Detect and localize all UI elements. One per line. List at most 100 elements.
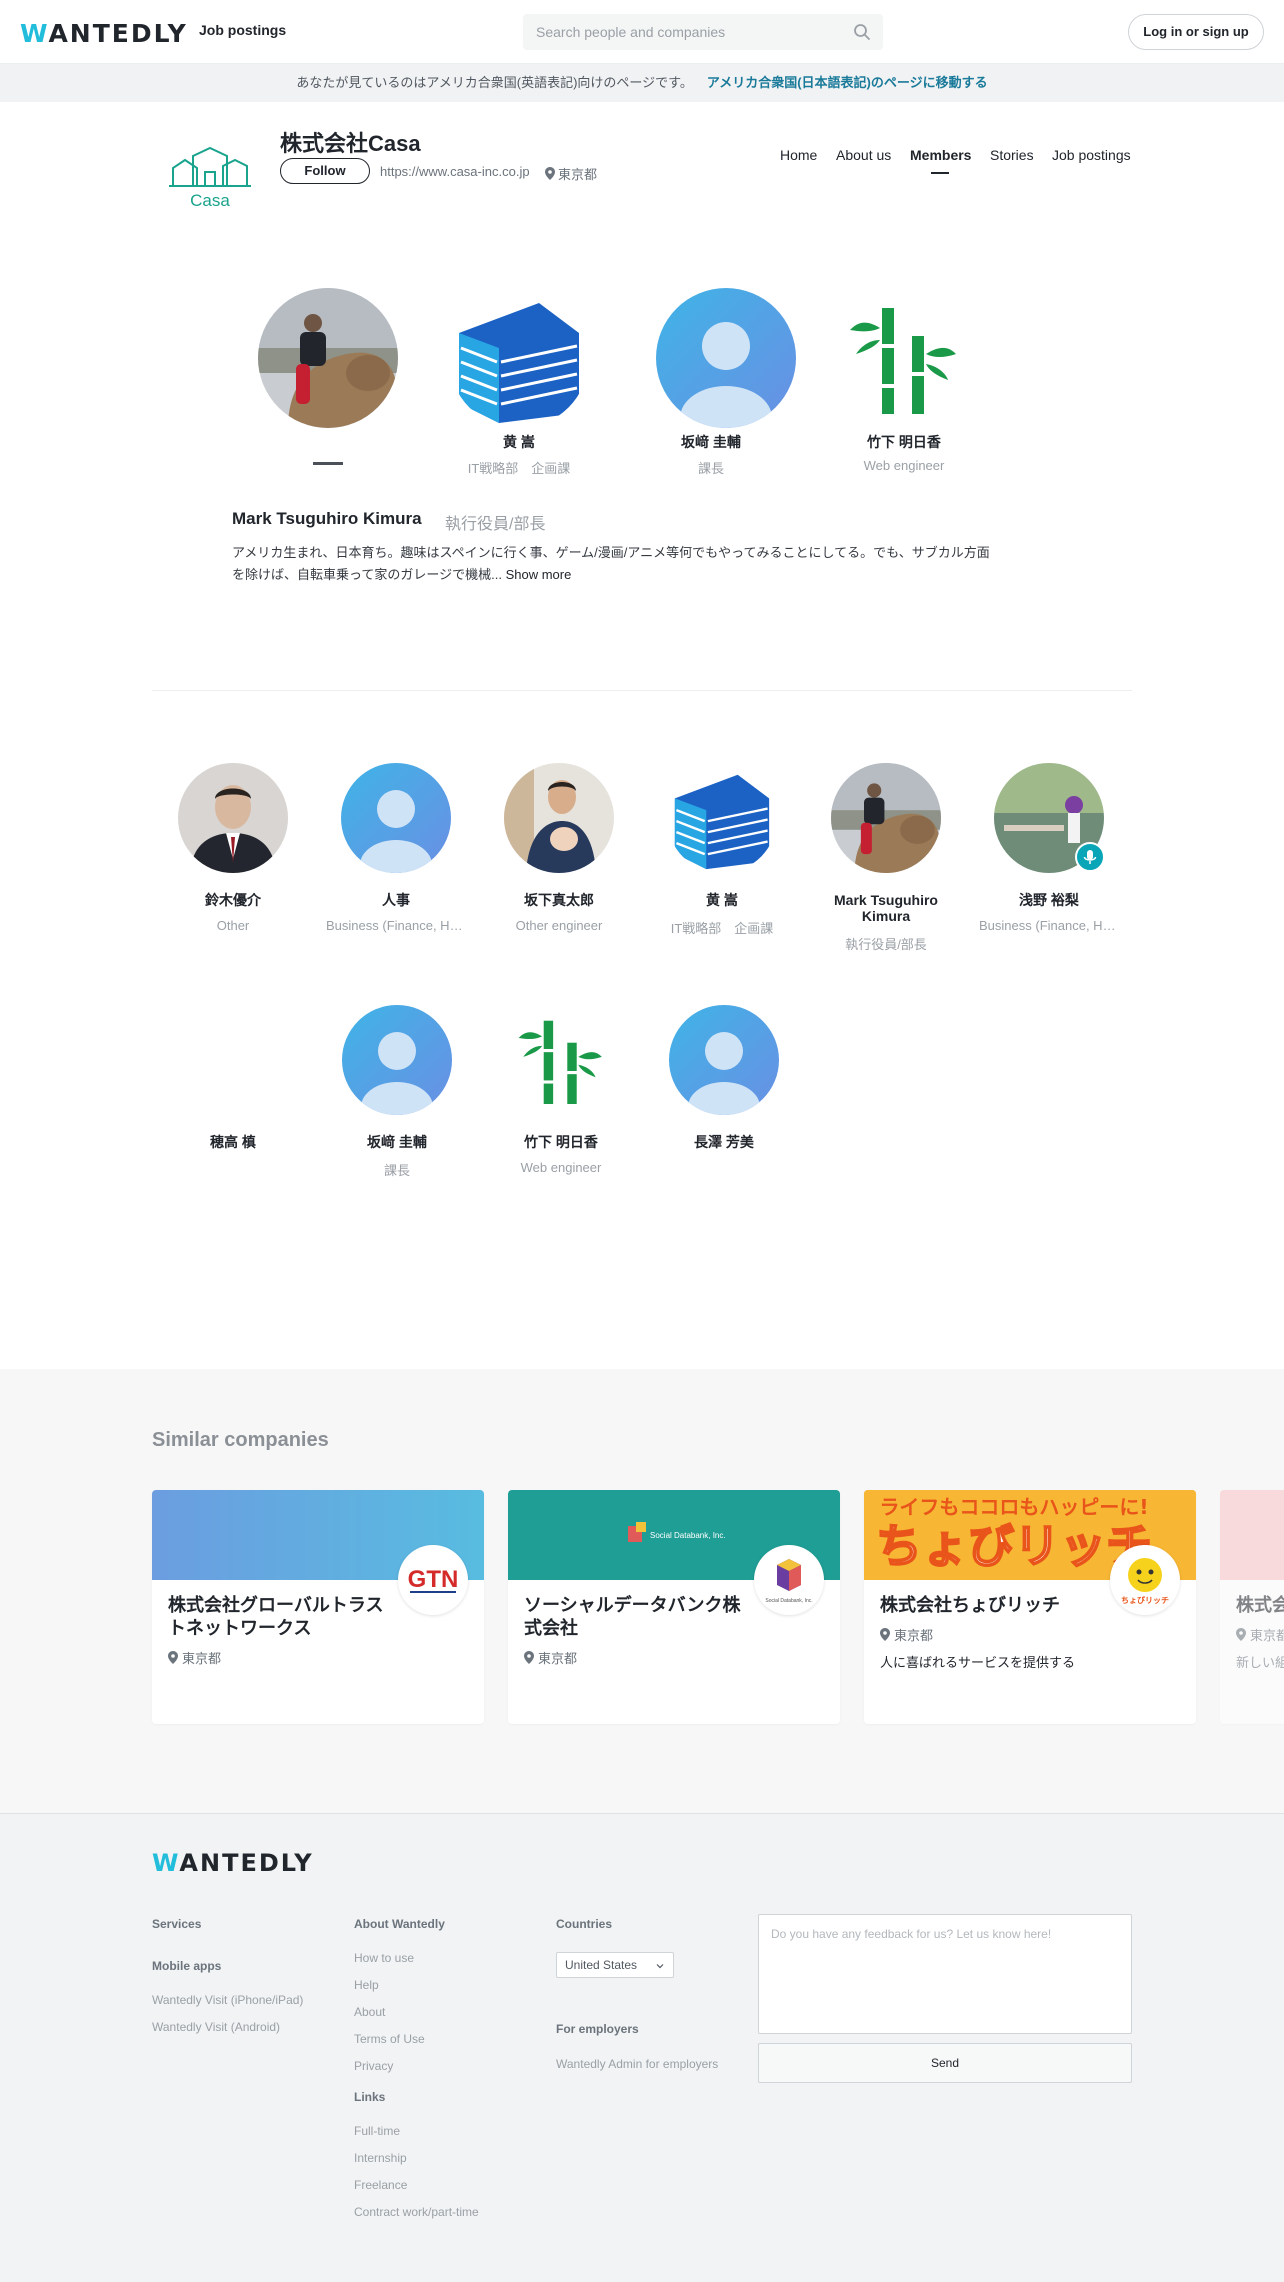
footer-admin-link[interactable]: Wantedly Admin for employers bbox=[556, 2057, 718, 2071]
portrait-photo bbox=[178, 763, 288, 873]
card-company-name: ソーシャルデータバンク株式会社 bbox=[524, 1595, 741, 1638]
wantedly-logo[interactable]: WANTEDLY bbox=[20, 19, 188, 48]
footer-about-heading: About Wantedly bbox=[354, 1917, 445, 1931]
footer-wantedly-logo[interactable]: WANTEDLY bbox=[152, 1849, 314, 1877]
follow-button[interactable]: Follow bbox=[280, 158, 370, 184]
footer-internship-link[interactable]: Internship bbox=[354, 2151, 407, 2165]
similar-company-card-partial[interactable]: 株式会 東京都 新しい組 bbox=[1220, 1490, 1284, 1724]
card-location: 東京都 bbox=[524, 1648, 577, 1667]
company-nav-members[interactable]: Members bbox=[910, 147, 971, 163]
member-avatar-takeshita[interactable] bbox=[506, 1005, 616, 1115]
feedback-textarea[interactable] bbox=[758, 1914, 1132, 2034]
featured-member-avatar-2[interactable] bbox=[449, 288, 589, 428]
member-name-kimura: Mark Tsuguhiro Kimura bbox=[834, 892, 938, 924]
default-person-icon bbox=[669, 1005, 779, 1115]
search-input[interactable] bbox=[523, 14, 843, 50]
default-person-icon bbox=[656, 288, 796, 428]
chobirich-cover-tagline: ライフもココロもハッピーに! bbox=[879, 1495, 1148, 1519]
gtn-logo-text: GTN bbox=[408, 1566, 459, 1593]
member-name-nagasawa: 長澤 芳美 bbox=[694, 1134, 754, 1150]
member-role-sakazaki: 課長 bbox=[383, 1163, 410, 1178]
microphone-icon bbox=[1083, 850, 1097, 864]
featured-member-avatar-1[interactable] bbox=[258, 288, 398, 428]
member-avatar-nagasawa[interactable] bbox=[669, 1005, 779, 1115]
footer-app-android-link[interactable]: Wantedly Visit (Android) bbox=[152, 2020, 280, 2034]
baby-photo bbox=[504, 763, 614, 873]
show-more-link[interactable]: Show more bbox=[506, 567, 572, 582]
similar-companies-title: Similar companies bbox=[152, 1429, 329, 1451]
card-description: 人に喜ばれるサービスを提供する bbox=[880, 1655, 1076, 1670]
company-nav-job-postings[interactable]: Job postings bbox=[1052, 147, 1131, 163]
login-signup-button[interactable]: Log in or sign up bbox=[1128, 14, 1264, 50]
selected-member-bio-text: アメリカ生まれ、日本育ち。趣味はスペインに行く事、ゲーム/漫画/アニメ等何でもや… bbox=[232, 545, 990, 582]
member-avatar-sakashita[interactable] bbox=[504, 763, 614, 873]
building-logo-icon bbox=[667, 763, 777, 873]
socialdatabank-cover-text: Social Databank, Inc. bbox=[650, 1531, 726, 1540]
voice-badge bbox=[1075, 842, 1105, 872]
socialdatabank-logo: Social Databank, Inc. bbox=[754, 1545, 824, 1615]
company-location: 東京都 bbox=[545, 164, 597, 183]
footer-contract-link[interactable]: Contract work/part-time bbox=[354, 2205, 479, 2219]
footer-mobile-apps-heading: Mobile apps bbox=[152, 1959, 222, 1973]
member-role-suzuki: Other bbox=[216, 918, 250, 933]
member-name-asano: 浅野 裕梨 bbox=[1019, 892, 1079, 908]
footer-freelance-link[interactable]: Freelance bbox=[354, 2178, 407, 2192]
footer-services-heading[interactable]: Services bbox=[152, 1917, 201, 1931]
member-name-sakazaki: 坂﨑 圭輔 bbox=[367, 1134, 427, 1150]
footer-how-to-use-link[interactable]: How to use bbox=[354, 1951, 414, 1965]
socialdatabank-logo-image: Social Databank, Inc. bbox=[765, 1559, 813, 1604]
map-pin-icon bbox=[880, 1628, 890, 1641]
selected-member-indicator bbox=[313, 462, 343, 465]
member-avatar-huang[interactable] bbox=[667, 763, 777, 873]
footer-links-heading: Links bbox=[354, 2090, 386, 2104]
map-pin-icon bbox=[1236, 1628, 1246, 1641]
country-select[interactable]: United States bbox=[556, 1952, 674, 1978]
card-location-text: 東京都 bbox=[1250, 1628, 1284, 1643]
camel-photo bbox=[831, 763, 941, 873]
chobirich-logo-text: ちょびリッチ bbox=[1121, 1595, 1169, 1605]
job-postings-nav-link[interactable]: Job postings bbox=[199, 22, 286, 38]
search-icon[interactable] bbox=[853, 23, 871, 41]
region-message: あなたが見ているのはアメリカ合衆国(英語表記)向けのページです。 bbox=[296, 75, 693, 90]
footer-privacy-link[interactable]: Privacy bbox=[354, 2059, 393, 2073]
featured-member-avatar-3[interactable] bbox=[656, 288, 796, 428]
selected-member-role: 執行役員/部長 bbox=[445, 516, 546, 533]
company-nav-home[interactable]: Home bbox=[780, 147, 817, 163]
card-location: 東京都 bbox=[880, 1625, 933, 1644]
similar-company-card-socialdatabank[interactable]: Social Databank, Inc. Social Databank, I… bbox=[508, 1490, 840, 1724]
member-avatar-sakazaki[interactable] bbox=[342, 1005, 452, 1115]
gtn-logo: GTN bbox=[398, 1545, 468, 1615]
member-avatar-hr[interactable] bbox=[341, 763, 451, 873]
featured-member-avatar-4[interactable] bbox=[834, 288, 974, 428]
card-description: 新しい組 bbox=[1236, 1655, 1284, 1670]
send-feedback-button[interactable]: Send bbox=[758, 2043, 1132, 2083]
member-name-hr: 人事 bbox=[382, 892, 410, 908]
footer-fulltime-link[interactable]: Full-time bbox=[354, 2124, 400, 2138]
selected-member-name: Mark Tsuguhiro Kimura bbox=[232, 509, 422, 528]
member-avatar-kimura[interactable] bbox=[831, 763, 941, 873]
section-divider bbox=[152, 690, 1132, 691]
company-nav-stories[interactable]: Stories bbox=[990, 147, 1034, 163]
footer-app-iphone-link[interactable]: Wantedly Visit (iPhone/iPad) bbox=[152, 1993, 303, 2007]
similar-company-card-gtn[interactable]: GTN 株式会社グローバルトラストネットワークス 東京都 bbox=[152, 1490, 484, 1724]
bamboo-icon bbox=[834, 288, 974, 428]
company-nav-about[interactable]: About us bbox=[836, 147, 891, 163]
footer-about-link[interactable]: About bbox=[354, 2005, 385, 2019]
search-box bbox=[523, 14, 883, 50]
footer-help-link[interactable]: Help bbox=[354, 1978, 379, 1992]
member-role-kimura: 執行役員/部長 bbox=[845, 937, 927, 952]
bamboo-icon bbox=[506, 1005, 616, 1115]
similar-company-card-chobirich[interactable]: ライフもココロもハッピーに! ちょびリッチ ちょびリッチ 株式会社ちょびリッチ … bbox=[864, 1490, 1196, 1724]
casa-logo[interactable]: Casa bbox=[165, 144, 255, 214]
footer-terms-link[interactable]: Terms of Use bbox=[354, 2032, 425, 2046]
region-switch-link[interactable]: アメリカ合衆国(日本語表記)のページに移動する bbox=[707, 75, 988, 90]
footer-countries-heading: Countries bbox=[556, 1917, 613, 1931]
card-location-text: 東京都 bbox=[894, 1628, 934, 1643]
selected-member-bio: アメリカ生まれ、日本育ち。趣味はスペインに行く事、ゲーム/漫画/アニメ等何でもや… bbox=[232, 542, 1002, 586]
chobirich-mascot-logo: ちょびリッチ bbox=[1121, 1558, 1169, 1605]
member-name-hotaka[interactable]: 穂高 槙 bbox=[158, 1134, 308, 1150]
member-avatar-suzuki[interactable] bbox=[178, 763, 288, 873]
featured-member-role-4: Web engineer bbox=[863, 458, 945, 473]
company-url-link[interactable]: https://www.casa-inc.co.jp bbox=[380, 164, 530, 179]
map-pin-icon bbox=[524, 1651, 534, 1664]
